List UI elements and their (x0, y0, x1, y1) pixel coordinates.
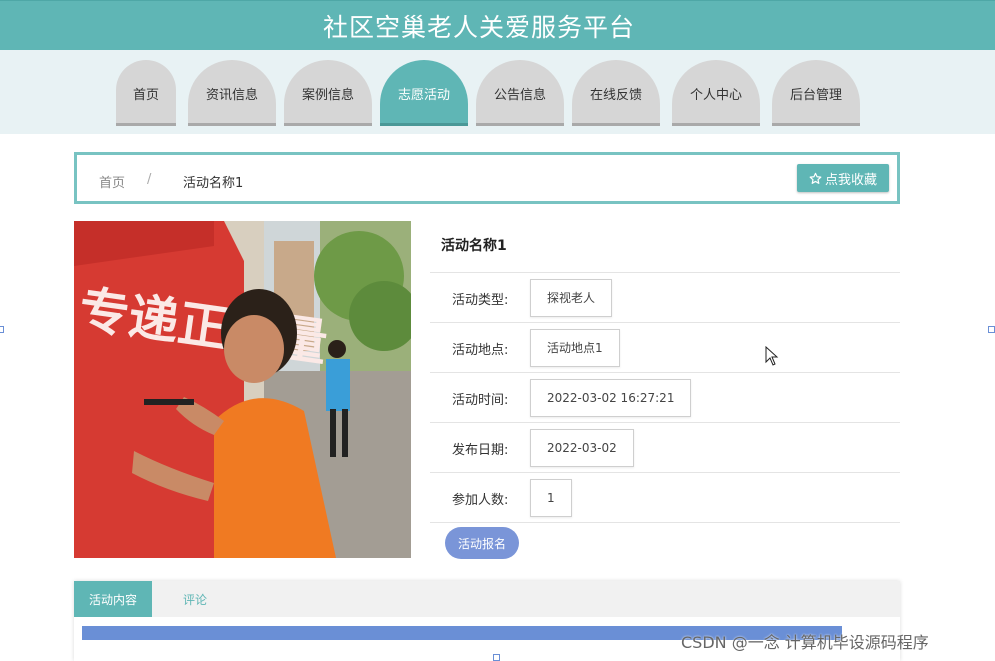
nav-tab-label: 公告信息 (493, 88, 546, 103)
tab-comments[interactable]: 评论 (154, 581, 236, 617)
activity-details: 活动名称1 活动类型: 探视老人 活动地点: 活动地点1 活动时间: 2022-… (430, 221, 900, 559)
nav-tab-label: 资讯信息 (205, 88, 258, 103)
activity-photo: 专递正能量 (74, 221, 411, 558)
nav-tab-label: 后台管理 (789, 88, 842, 103)
field-row-type: 活动类型: 探视老人 (430, 273, 900, 323)
activity-name: 活动名称1 (430, 221, 900, 273)
field-label: 发布日期: (452, 443, 509, 458)
nav-tab-label: 志愿活动 (397, 88, 450, 103)
breadcrumb: 首页 / 活动名称1 点我收藏 (74, 152, 900, 204)
breadcrumb-home-link[interactable]: 首页 (99, 172, 125, 191)
star-outline-icon (809, 172, 822, 184)
field-value-publish-date: 2022-03-02 (530, 429, 634, 467)
watermark-text: CSDN @一念 计算机毕设源码程序 (681, 633, 929, 652)
field-row-publish-date: 发布日期: 2022-03-02 (430, 423, 900, 473)
site-title: 社区空巢老人关爱服务平台 (322, 13, 635, 42)
breadcrumb-current: 活动名称1 (183, 176, 244, 191)
nav-tab-label: 个人中心 (689, 88, 742, 103)
field-value-time: 2022-03-02 16:27:21 (530, 379, 692, 417)
field-label: 活动类型: (452, 293, 509, 308)
field-label: 参加人数: (452, 493, 509, 508)
field-value-participants: 1 (530, 479, 572, 517)
nav-tab-label: 在线反馈 (589, 88, 642, 103)
resize-handle (0, 326, 4, 333)
resize-handle (988, 326, 995, 333)
field-row-participants: 参加人数: 1 (430, 473, 900, 523)
activity-photo-illustration: 专递正能量 (74, 221, 411, 558)
field-label: 活动时间: (452, 393, 509, 408)
field-row-location: 活动地点: 活动地点1 (430, 323, 900, 373)
join-activity-button[interactable]: 活动报名 (445, 527, 519, 559)
nav-tab-label: 首页 (132, 88, 159, 103)
favorite-label: 点我收藏 (824, 171, 877, 187)
nav-tab-label: 案例信息 (301, 88, 354, 103)
nav-tab-home[interactable]: 首页 (116, 60, 176, 126)
field-label: 活动地点: (452, 343, 509, 358)
tab-activity-content[interactable]: 活动内容 (74, 581, 152, 617)
mouse-cursor-icon (765, 346, 779, 366)
field-value-type: 探视老人 (530, 279, 613, 317)
favorite-button[interactable]: 点我收藏 (797, 164, 889, 192)
field-value-location: 活动地点1 (530, 329, 620, 367)
breadcrumb-separator: / (147, 172, 152, 187)
field-row-time: 活动时间: 2022-03-02 16:27:21 (430, 373, 900, 423)
